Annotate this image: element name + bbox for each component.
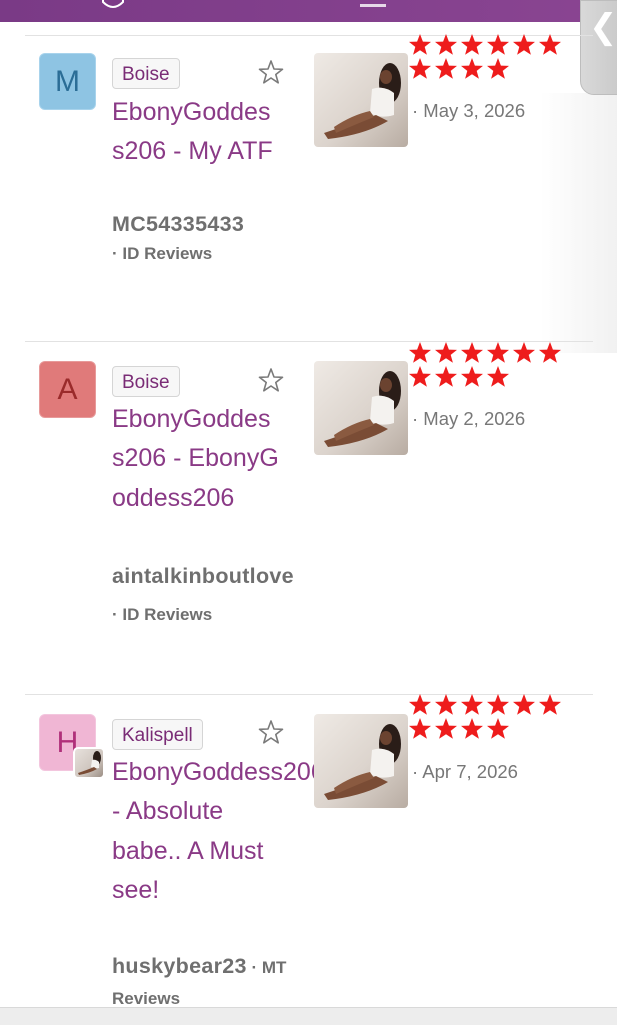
photo-figure xyxy=(78,751,101,775)
rating-star-icon xyxy=(435,694,457,715)
rating-star-icon xyxy=(513,34,535,55)
rating-stars xyxy=(408,693,573,741)
rating-star-icon xyxy=(513,342,535,363)
rating-star-icon xyxy=(409,58,431,79)
avatar-letter: A xyxy=(57,372,78,406)
rating-star-icon xyxy=(487,718,509,739)
rating-star-row xyxy=(408,57,573,81)
rating-star-icon xyxy=(435,718,457,739)
rating-star-icon xyxy=(539,694,561,715)
provider-photo[interactable] xyxy=(314,714,408,808)
photo-figure xyxy=(324,371,401,447)
rating-star-icon xyxy=(409,342,431,363)
shield-logo-icon[interactable] xyxy=(100,0,126,14)
review-meta: MC54335433 · ID Reviews xyxy=(112,213,297,265)
reviewer-username[interactable]: MC54335433 xyxy=(112,213,297,236)
rating-star-icon xyxy=(487,694,509,715)
review-title-link[interactable]: EbonyGoddess206 - My ATF xyxy=(112,93,282,172)
site-header xyxy=(0,0,617,22)
star-outline-icon[interactable] xyxy=(258,59,284,85)
location-tag[interactable]: Boise xyxy=(112,366,180,397)
rating-star-icon xyxy=(409,718,431,739)
star-outline-icon[interactable] xyxy=(258,719,284,745)
provider-photo[interactable] xyxy=(314,361,408,455)
review-title-link[interactable]: EbonyGoddess206 - EbonyGoddess206 xyxy=(112,400,282,518)
rating-star-icon xyxy=(461,58,483,79)
review-site[interactable]: · ID Reviews xyxy=(112,242,297,265)
side-drawer-handle[interactable]: ❮ xyxy=(580,0,617,95)
rating-star-icon xyxy=(487,366,509,387)
reviewer-username[interactable]: huskybear23 xyxy=(112,954,247,978)
rating-star-row xyxy=(408,33,573,57)
avatar-letter: M xyxy=(55,64,80,98)
rating-star-icon xyxy=(461,718,483,739)
rating-star-icon xyxy=(487,34,509,55)
rating-star-row xyxy=(408,717,573,741)
review-date: · Apr 7, 2026 xyxy=(412,761,518,782)
photo-figure xyxy=(324,63,401,139)
rating-star-row xyxy=(408,365,573,389)
rating-star-icon xyxy=(435,34,457,55)
rating-star-row xyxy=(408,341,573,365)
rating-star-icon xyxy=(461,342,483,363)
rating-star-icon xyxy=(487,58,509,79)
rating-stars xyxy=(408,341,573,389)
avatar-photo-badge xyxy=(73,747,105,779)
side-drawer-shadow xyxy=(540,93,617,353)
photo-figure xyxy=(324,724,401,800)
rating-star-icon xyxy=(409,694,431,715)
rating-star-icon xyxy=(539,342,561,363)
reviewer-username[interactable]: aintalkinboutlove xyxy=(112,564,294,588)
provider-photo[interactable] xyxy=(314,53,408,147)
rating-star-icon xyxy=(461,366,483,387)
rating-star-icon xyxy=(487,342,509,363)
rating-stars xyxy=(408,33,573,81)
avatar: H xyxy=(39,714,105,779)
rating-star-icon xyxy=(539,34,561,55)
rating-star-icon xyxy=(461,34,483,55)
location-tag[interactable]: Kalispell xyxy=(112,719,203,750)
rating-star-icon xyxy=(409,34,431,55)
rating-star-icon xyxy=(409,366,431,387)
review-title-link[interactable]: EbonyGoddess206 - Absolute babe.. A Must… xyxy=(112,753,325,910)
rating-star-icon xyxy=(513,694,535,715)
review-meta: huskybear23 · MT Reviews xyxy=(112,951,297,1015)
rating-star-icon xyxy=(461,694,483,715)
rating-star-row xyxy=(408,693,573,717)
rating-star-icon xyxy=(435,342,457,363)
avatar: M xyxy=(39,53,96,110)
rating-star-icon xyxy=(435,366,457,387)
rating-star-icon xyxy=(435,58,457,79)
avatar: A xyxy=(39,361,96,418)
review-site[interactable]: · ID Reviews xyxy=(112,605,212,624)
location-tag[interactable]: Boise xyxy=(112,58,180,89)
review-meta: aintalkinboutlove · ID Reviews xyxy=(112,558,297,634)
bottom-toolbar xyxy=(0,1007,617,1025)
review-date: · May 2, 2026 xyxy=(412,408,526,429)
menu-icon[interactable] xyxy=(360,0,386,14)
review-date: · May 3, 2026 xyxy=(412,100,526,121)
chevron-left-icon: ❮ xyxy=(589,7,617,47)
star-outline-icon[interactable] xyxy=(258,367,284,393)
